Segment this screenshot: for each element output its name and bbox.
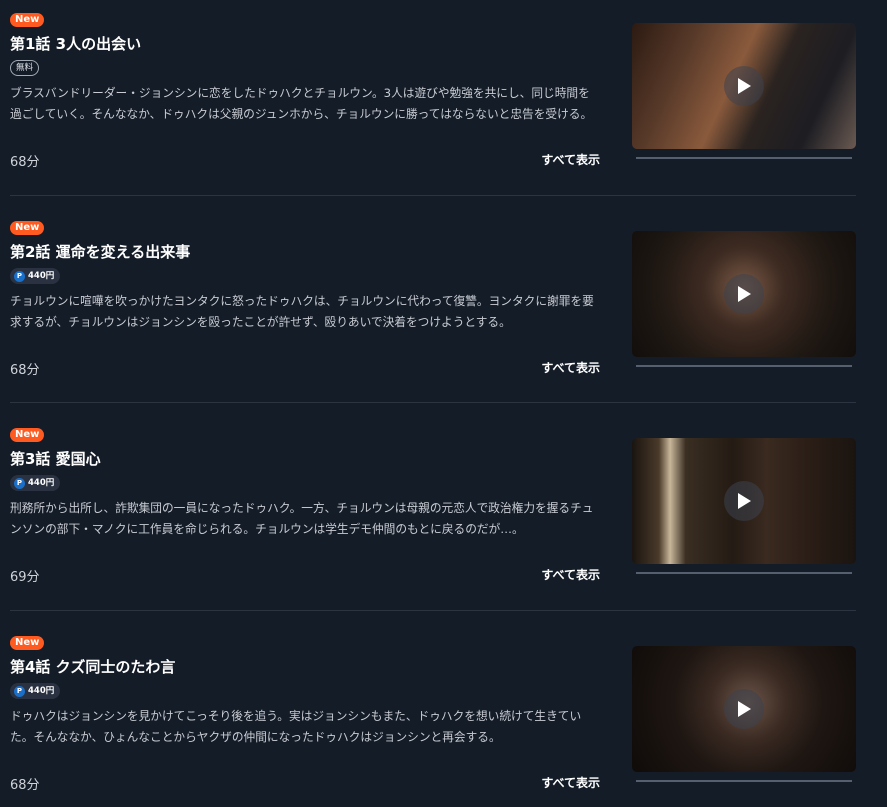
divider — [10, 195, 856, 196]
episode-title[interactable]: 第4話 クズ同士のたわ言 — [10, 656, 175, 677]
price-label: 440円 — [28, 686, 55, 696]
price-badge: P 440円 — [10, 683, 61, 699]
new-badge: New — [10, 221, 45, 235]
point-icon: P — [14, 477, 25, 489]
episode-title[interactable]: 第2話 運命を変える出来事 — [10, 241, 190, 262]
play-icon[interactable] — [724, 481, 764, 521]
play-icon[interactable] — [724, 66, 764, 106]
episode-duration: 68分 — [10, 155, 40, 170]
play-icon[interactable] — [724, 689, 764, 729]
episode-description: チョルウンに喧嘩を吹っかけたヨンタクに怒ったドゥハクは、チョルウンに代わって復讐… — [10, 294, 594, 329]
episode-title[interactable]: 第1話 3人の出会い — [10, 33, 141, 54]
episode-duration: 68分 — [10, 778, 40, 793]
price-badge: P 440円 — [10, 268, 61, 284]
divider — [10, 610, 856, 611]
point-icon: P — [14, 685, 25, 697]
episode-duration: 69分 — [10, 570, 40, 585]
episode-description: ドゥハクはジョンシンを見かけてこっそり後を追う。実はジョンシンもまた、ドゥハクを… — [10, 709, 582, 744]
episode-title[interactable]: 第3話 愛国心 — [10, 448, 101, 469]
new-badge: New — [10, 636, 45, 650]
new-badge: New — [10, 13, 45, 27]
divider — [10, 402, 856, 403]
price-label: 440円 — [28, 271, 55, 281]
episode-description: 刑務所から出所し、詐欺集団の一員になったドゥハク。一方、チョルウンは母親の元恋人… — [10, 501, 594, 536]
watch-progress-bar — [636, 572, 852, 574]
episode-thumbnail[interactable] — [632, 438, 856, 564]
new-badge: New — [10, 428, 45, 442]
episode-thumbnail[interactable] — [632, 23, 856, 149]
episode-description: ブラスバンドリーダー・ジョンシンに恋をしたドゥハクとチョルウン。3人は遊びや勉強… — [10, 86, 593, 121]
play-icon[interactable] — [724, 274, 764, 314]
price-badge-free: 無料 — [10, 60, 40, 76]
show-all-button[interactable]: すべて表示 — [541, 774, 600, 791]
show-all-button[interactable]: すべて表示 — [541, 151, 600, 168]
show-all-button[interactable]: すべて表示 — [541, 566, 600, 583]
watch-progress-bar — [636, 365, 852, 367]
episode-thumbnail[interactable] — [632, 231, 856, 357]
watch-progress-bar — [636, 157, 852, 159]
episode-duration: 68分 — [10, 363, 40, 378]
point-icon: P — [14, 270, 25, 282]
price-label: 440円 — [28, 478, 55, 488]
price-badge: P 440円 — [10, 475, 61, 491]
watch-progress-bar — [636, 780, 852, 782]
show-all-button[interactable]: すべて表示 — [541, 359, 600, 376]
episode-thumbnail[interactable] — [632, 646, 856, 772]
